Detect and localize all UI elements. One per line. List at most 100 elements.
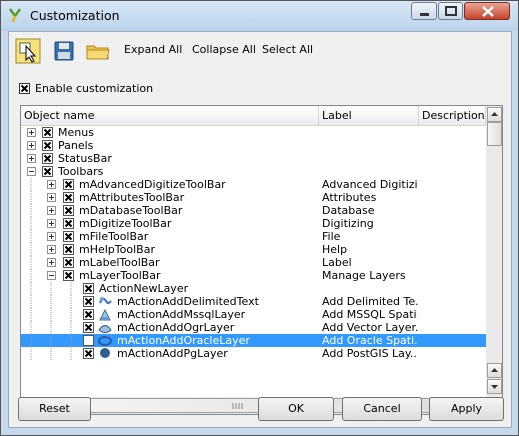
- row-checkbox[interactable]: [63, 179, 74, 190]
- tree-row[interactable]: mLayerToolBar Manage Layers: [21, 269, 486, 282]
- expand-icon[interactable]: [47, 245, 56, 254]
- oracle-layer-icon: [98, 336, 112, 346]
- row-checkbox[interactable]: [63, 257, 74, 268]
- enable-customization-checkbox[interactable]: [19, 83, 30, 94]
- arrow-up-icon: [491, 368, 498, 372]
- row-checkbox[interactable]: [63, 205, 74, 216]
- row-checkbox[interactable]: [63, 231, 74, 242]
- tree-row[interactable]: mActionAddDelimitedText Add Delimited Te.…: [21, 295, 486, 308]
- tree-row[interactable]: mAdvancedDigitizeToolBar Advanced Digitiz…: [21, 178, 486, 191]
- row-checkbox[interactable]: [83, 335, 94, 346]
- row-object-name: mActionAddMssqlLayer: [117, 308, 246, 321]
- row-checkbox[interactable]: [42, 140, 53, 151]
- row-checkbox[interactable]: [83, 309, 94, 320]
- scroll-up-button-lower[interactable]: [487, 363, 502, 378]
- row-checkbox[interactable]: [63, 218, 74, 229]
- row-checkbox[interactable]: [63, 192, 74, 203]
- row-label: Add MSSQL Spati...: [322, 308, 418, 321]
- row-label: Add Oracle Spati...: [322, 334, 418, 347]
- apply-button[interactable]: Apply: [429, 397, 504, 421]
- ok-button[interactable]: OK: [258, 397, 334, 421]
- collapse-all-button[interactable]: Collapse All: [192, 43, 256, 56]
- row-object-name: Toolbars: [58, 165, 104, 178]
- row-object-name: mFileToolBar: [79, 230, 149, 243]
- row-checkbox[interactable]: [83, 322, 94, 333]
- row-object-name: mDigitizeToolBar: [79, 217, 172, 230]
- cancel-button[interactable]: Cancel: [342, 397, 422, 421]
- tree-row[interactable]: mActionAddMssqlLayer Add MSSQL Spati...: [21, 308, 486, 321]
- tree-row[interactable]: Panels: [21, 139, 486, 152]
- row-object-name: mActionAddOgrLayer: [117, 321, 235, 334]
- object-tree[interactable]: Object name Label Description Menus Panel…: [20, 105, 503, 415]
- tree-row[interactable]: mActionAddOracleLayer Add Oracle Spati...: [21, 334, 486, 347]
- scroll-up-button[interactable]: [487, 107, 502, 122]
- customization-window: Customization Expand All Collapse All Se…: [0, 0, 519, 436]
- row-checkbox[interactable]: [42, 153, 53, 164]
- tree-row[interactable]: mHelpToolBar Help: [21, 243, 486, 256]
- row-object-name: Panels: [58, 139, 94, 152]
- vertical-scrollbar[interactable]: [486, 106, 502, 397]
- tree-row[interactable]: StatusBar: [21, 152, 486, 165]
- reset-button[interactable]: Reset: [18, 397, 91, 421]
- column-header-description[interactable]: Description: [419, 106, 486, 126]
- row-label: Database: [322, 204, 375, 217]
- collapse-icon[interactable]: [47, 271, 56, 280]
- row-checkbox[interactable]: [83, 348, 94, 359]
- expand-icon[interactable]: [27, 141, 36, 150]
- row-checkbox[interactable]: [83, 296, 94, 307]
- row-object-name: mLayerToolBar: [79, 269, 161, 282]
- qgis-logo-icon: [8, 8, 22, 23]
- row-checkbox[interactable]: [63, 244, 74, 255]
- tree-row[interactable]: ActionNewLayer: [21, 282, 486, 295]
- tree-row[interactable]: mActionAddPgLayer Add PostGIS Lay...: [21, 347, 486, 360]
- expand-icon[interactable]: [47, 219, 56, 228]
- row-checkbox[interactable]: [83, 283, 94, 294]
- catch-widget-icon[interactable]: [15, 38, 41, 64]
- expand-icon[interactable]: [47, 193, 56, 202]
- row-label: Digitizing: [322, 217, 374, 230]
- tree-row[interactable]: mLabelToolBar Label: [21, 256, 486, 269]
- window-title: Customization: [30, 8, 120, 23]
- collapse-icon[interactable]: [27, 167, 36, 176]
- title-bar[interactable]: Customization: [1, 1, 518, 31]
- tree-row[interactable]: mDatabaseToolBar Database: [21, 204, 486, 217]
- row-object-name: mDatabaseToolBar: [79, 204, 183, 217]
- tree-row[interactable]: Menus: [21, 126, 486, 139]
- expand-icon[interactable]: [47, 180, 56, 189]
- expand-all-button[interactable]: Expand All: [124, 43, 182, 56]
- expand-icon[interactable]: [27, 128, 36, 137]
- row-object-name: mActionAddPgLayer: [117, 347, 228, 360]
- tree-guide-lines: [30, 295, 72, 308]
- expand-icon[interactable]: [27, 154, 36, 163]
- row-checkbox[interactable]: [63, 270, 74, 281]
- row-object-name: mLabelToolBar: [79, 256, 160, 269]
- save-icon[interactable]: [51, 38, 77, 64]
- column-header-label[interactable]: Label: [319, 106, 419, 126]
- scroll-down-button[interactable]: [487, 379, 502, 394]
- row-object-name: StatusBar: [58, 152, 112, 165]
- expand-icon[interactable]: [47, 232, 56, 241]
- tree-row[interactable]: mDigitizeToolBar Digitizing: [21, 217, 486, 230]
- close-button[interactable]: [464, 2, 510, 20]
- tree-row[interactable]: mAttributesToolBar Attributes: [21, 191, 486, 204]
- postgis-layer-icon: [100, 348, 110, 358]
- row-label: Advanced Digitizing: [322, 178, 418, 191]
- tree-row[interactable]: mActionAddOgrLayer Add Vector Layer...: [21, 321, 486, 334]
- select-all-button[interactable]: Select All: [262, 43, 313, 56]
- tree-guide-lines: [30, 282, 72, 295]
- tree-row[interactable]: Toolbars: [21, 165, 486, 178]
- row-object-name: mActionAddOracleLayer: [117, 334, 250, 347]
- enable-customization-label: Enable customization: [35, 82, 154, 95]
- open-folder-icon[interactable]: [85, 38, 111, 64]
- row-checkbox[interactable]: [42, 166, 53, 177]
- tree-guide-lines: [30, 308, 72, 321]
- row-checkbox[interactable]: [42, 127, 53, 138]
- vertical-scroll-thumb[interactable]: [487, 122, 502, 146]
- expand-icon[interactable]: [47, 206, 56, 215]
- maximize-button[interactable]: [438, 2, 463, 20]
- minimize-button[interactable]: [411, 2, 437, 20]
- tree-row[interactable]: mFileToolBar File: [21, 230, 486, 243]
- expand-icon[interactable]: [47, 258, 56, 267]
- column-header-object-name[interactable]: Object name: [21, 106, 319, 126]
- dialog-body: Expand All Collapse All Select All Enabl…: [8, 31, 512, 428]
